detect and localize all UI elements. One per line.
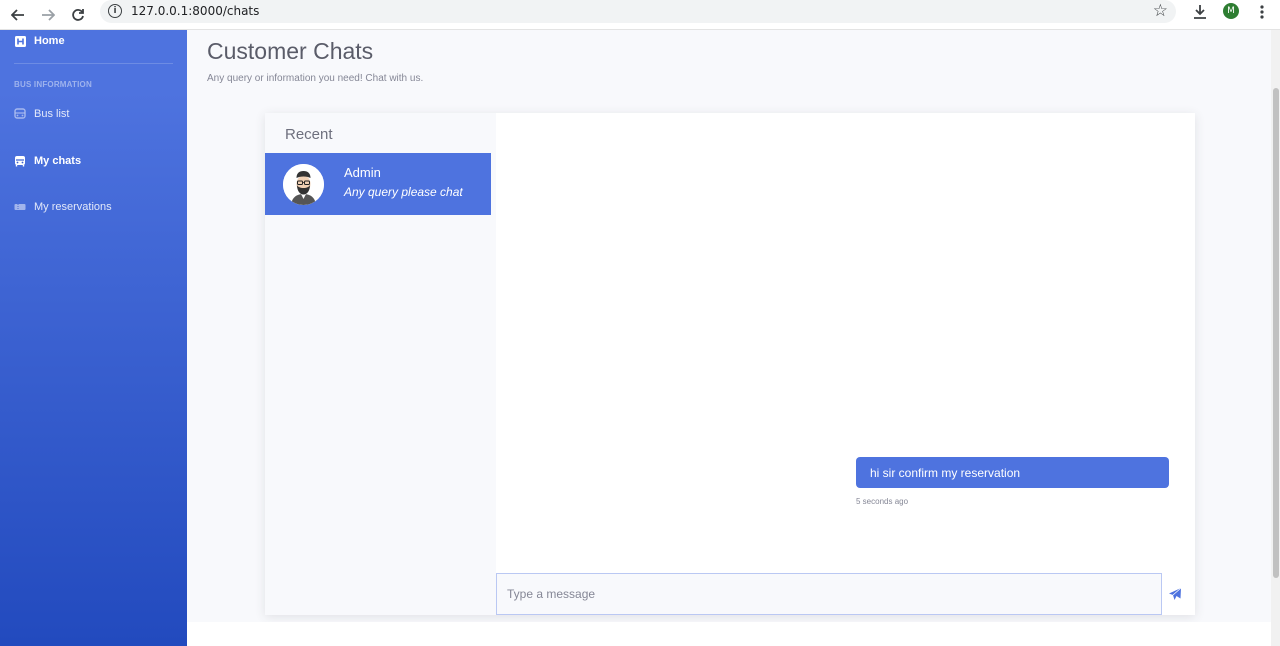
avatar (283, 164, 324, 205)
inbox-panel: Recent Admin Any query please chat (265, 113, 496, 615)
inbox-title: Recent (285, 126, 333, 143)
forward-icon[interactable] (37, 4, 59, 26)
bus-icon (14, 155, 26, 167)
browser-menu-icon[interactable] (1254, 4, 1270, 20)
scrollbar-thumb[interactable] (1273, 88, 1279, 578)
url-text: 127.0.0.1:8000/chats (131, 4, 260, 18)
sidebar-item-label: My reservations (34, 201, 112, 213)
chat-card: Recent Admin Any query please chat hi si… (265, 113, 1195, 615)
browser-toolbar: i 127.0.0.1:8000/chats ☆ M (0, 0, 1280, 30)
back-icon[interactable] (7, 4, 29, 26)
sidebar-item-label: Home (34, 35, 65, 47)
page-title: Customer Chats (207, 38, 374, 64)
sidebar-heading: BUS INFORMATION (14, 80, 92, 89)
send-button[interactable] (1166, 585, 1184, 603)
download-icon[interactable] (1192, 4, 1208, 20)
profile-avatar[interactable]: M (1223, 3, 1239, 19)
site-info-icon[interactable]: i (108, 4, 122, 18)
sidebar-item-my-chats[interactable]: My chats (14, 155, 81, 167)
bookmark-star-icon[interactable]: ☆ (1153, 1, 1168, 21)
message-timestamp: 5 seconds ago (856, 497, 909, 506)
chat-snippet: Any query please chat (344, 185, 463, 199)
paper-plane-icon (1169, 587, 1182, 600)
sent-message-bubble: hi sir confirm my reservation (856, 457, 1169, 488)
sidebar-item-my-reservations[interactable]: My reservations (14, 201, 112, 213)
address-bar[interactable]: i 127.0.0.1:8000/chats ☆ (100, 0, 1176, 23)
chat-name: Admin (344, 165, 381, 180)
sidebar-item-label: Bus list (34, 108, 70, 120)
sidebar: Home BUS INFORMATION Bus list My chats M… (0, 30, 187, 646)
message-composer (496, 573, 1194, 615)
message-history: hi sir confirm my reservation 5 seconds … (496, 113, 1189, 573)
sidebar-item-home[interactable]: Home (14, 35, 65, 47)
reload-icon[interactable] (67, 4, 89, 26)
sidebar-item-label: My chats (34, 155, 82, 167)
hotel-h-icon (14, 35, 26, 47)
page-subtitle: Any query or information you need! Chat … (207, 73, 424, 84)
sidebar-divider (14, 63, 173, 64)
message-input[interactable] (496, 573, 1162, 615)
ticket-icon (14, 201, 26, 213)
profile-initial: M (1223, 3, 1239, 19)
sidebar-item-bus-list[interactable]: Bus list (14, 108, 69, 120)
user-avatar-icon (283, 164, 324, 205)
bus-icon (14, 108, 26, 120)
chat-list-item[interactable]: Admin Any query please chat (265, 153, 491, 215)
footer-strip (187, 622, 1273, 646)
